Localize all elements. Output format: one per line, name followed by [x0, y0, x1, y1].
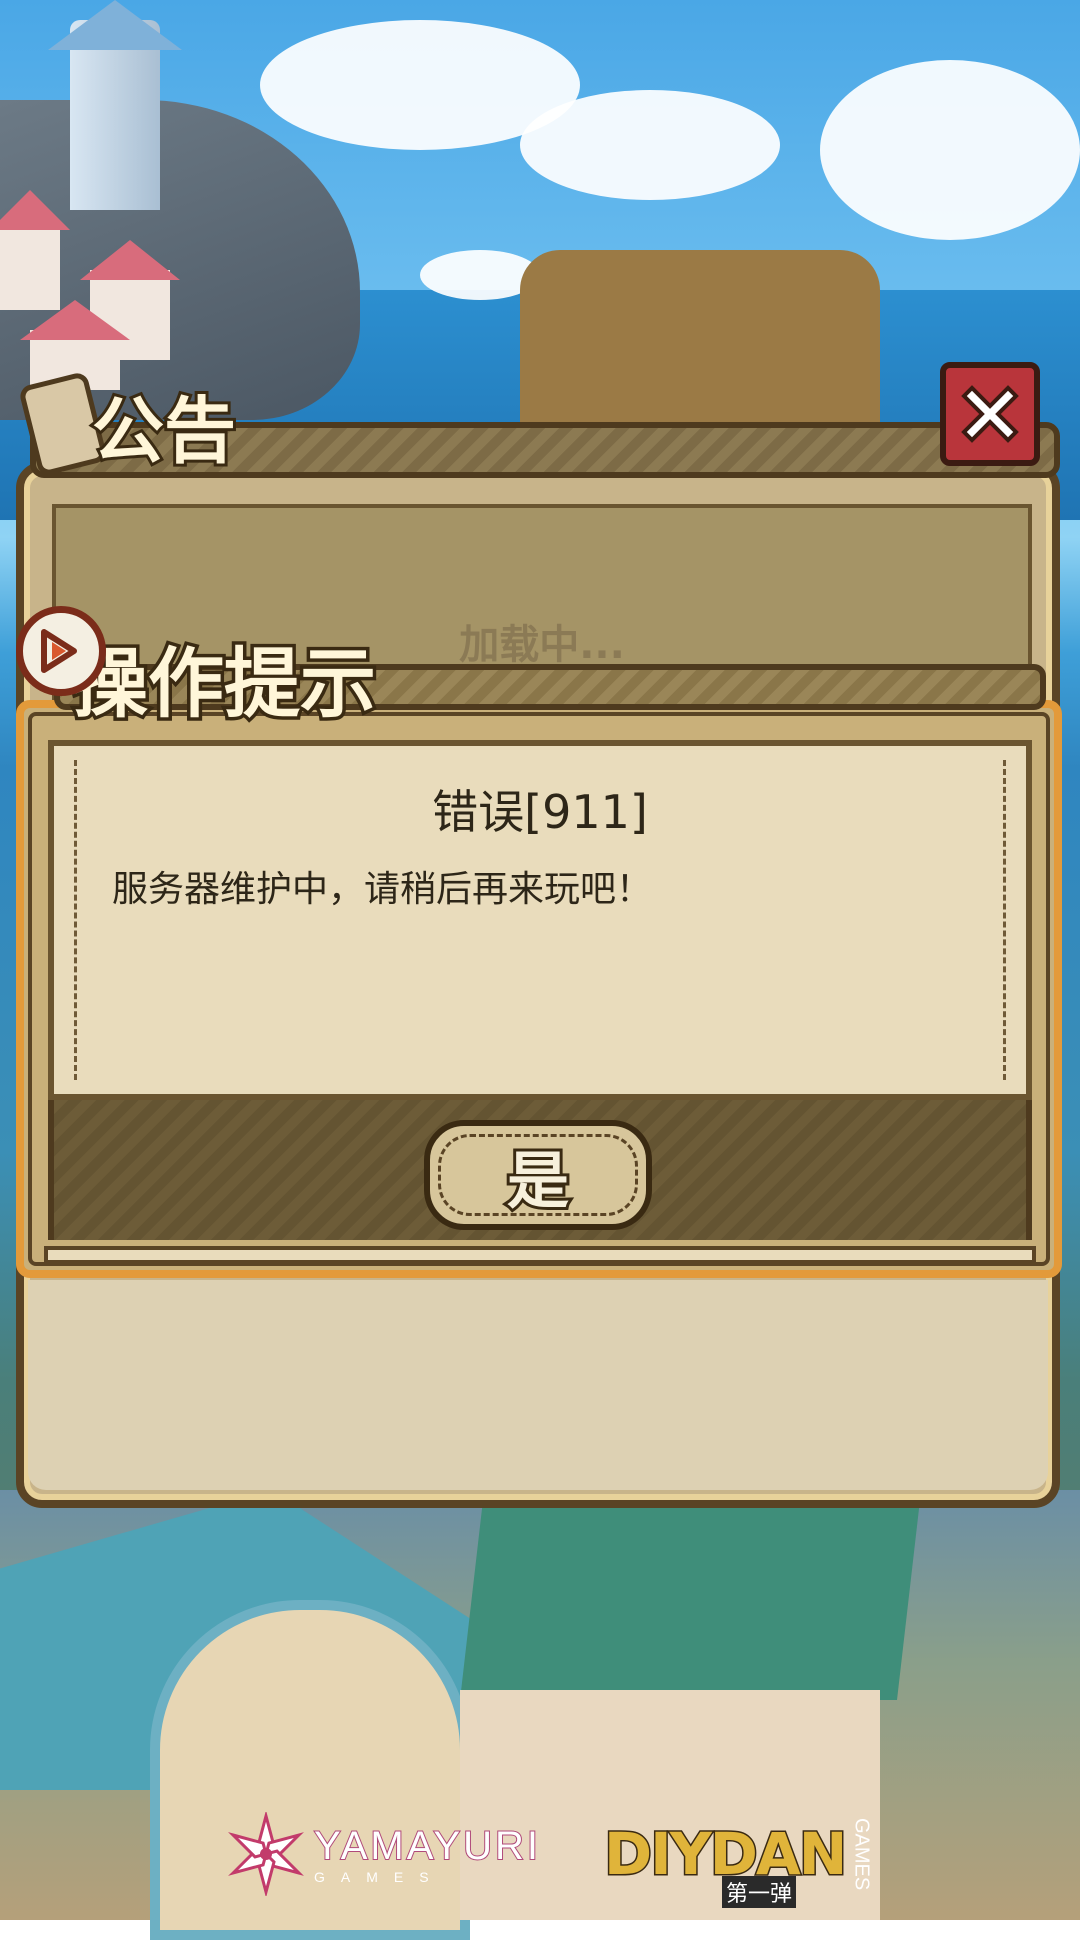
close-button[interactable]	[940, 362, 1040, 466]
announcement-title: 公告	[89, 385, 239, 476]
dialog-badge-icon	[16, 606, 106, 696]
diydan-logo: DIYDAN GAMES 第一弹	[602, 1818, 873, 1908]
cloud	[820, 60, 1080, 240]
dialog-title: 操作提示	[69, 636, 380, 732]
house	[0, 220, 60, 310]
diydan-logo-cn: 第一弹	[722, 1876, 797, 1908]
yamayuri-logo-sub: GAMES	[314, 1868, 445, 1885]
error-message: 服务器维护中，请稍后再来玩吧！	[112, 869, 653, 910]
error-heading: 错误[911]	[432, 785, 648, 839]
town-roof	[460, 1500, 920, 1700]
lighthouse-roof	[48, 0, 182, 50]
lily-flower-icon	[228, 1812, 304, 1896]
arrow-badge-icon	[41, 629, 77, 673]
confirm-yes-button[interactable]: 是	[424, 1120, 652, 1230]
yamayuri-logo: YAMAYURI GAMES	[224, 1812, 541, 1896]
dialog-bottom-edge	[44, 1246, 1036, 1264]
announcement-footer-area	[28, 1280, 1048, 1490]
yamayuri-logo-name: YAMAYURI	[313, 1823, 541, 1869]
game-logo-gear	[520, 250, 880, 450]
close-x-icon	[961, 385, 1019, 443]
confirm-yes-label: 是	[504, 1141, 572, 1220]
cloud	[520, 90, 780, 200]
dialog-content: 错误[911] 服务器维护中，请稍后再来玩吧！	[48, 740, 1032, 1100]
diydan-logo-sub: GAMES	[850, 1818, 873, 1891]
